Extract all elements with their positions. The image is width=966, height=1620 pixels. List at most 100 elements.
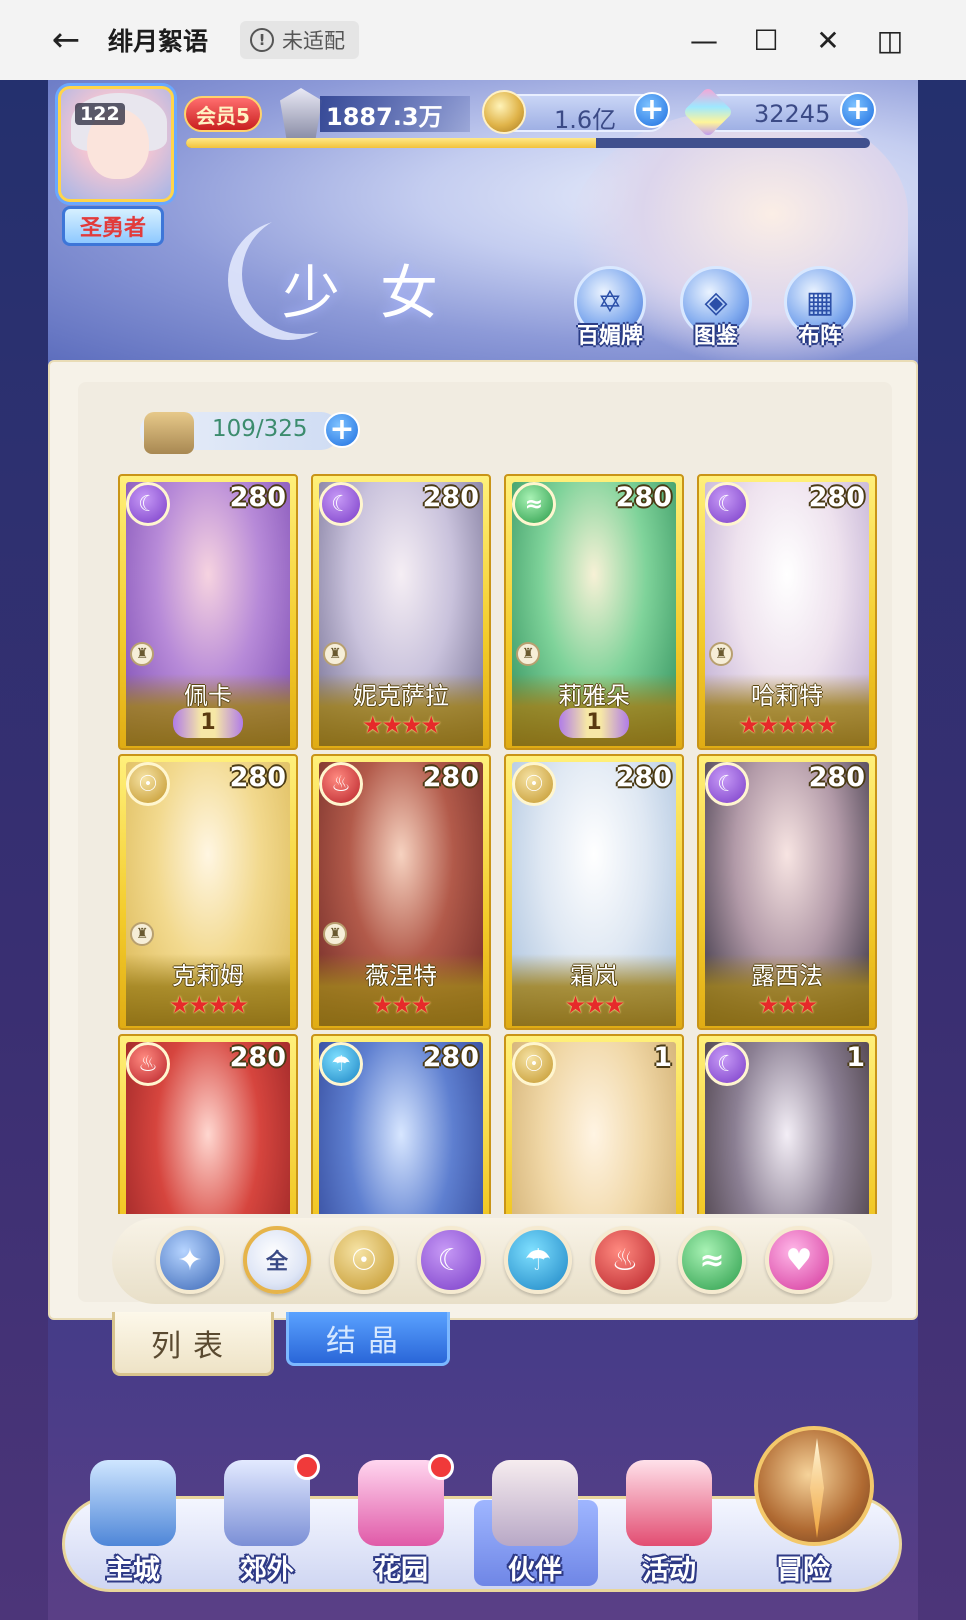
character-name: 克莉姆 xyxy=(172,962,244,990)
app-window: ← 绯月絮语 ! 未适配 — ☐ ✕ ◫ 少女 122 圣勇者 会员5 1887… xyxy=(0,0,966,1620)
compat-badge[interactable]: ! 未适配 xyxy=(240,21,359,59)
power-shield-icon xyxy=(280,88,322,138)
coin-value: 1.6亿 xyxy=(554,106,617,134)
sun-element-icon: ☉ xyxy=(512,762,556,806)
add-coins-button[interactable]: + xyxy=(634,92,670,128)
minimize-icon[interactable]: — xyxy=(684,22,724,58)
adventure-compass-icon[interactable] xyxy=(754,1426,874,1546)
moon-element-icon: ☾ xyxy=(126,482,170,526)
main-city-icon xyxy=(90,1460,176,1546)
fire-element-icon: ♨ xyxy=(126,1042,170,1086)
character-level: 1 xyxy=(846,1042,865,1073)
nav-outskirts[interactable]: 郊外 xyxy=(202,1440,332,1590)
maximize-icon[interactable]: ☐ xyxy=(746,22,786,58)
roster-panel: 109/325 + ☾ 280 ♜ 佩卡 1 ☾ 280 ♜ 妮克萨拉 ★★★★ ≈280 ♜ 莉雅朵 1… xyxy=(48,360,918,1320)
moon-element-icon: ☾ xyxy=(319,482,363,526)
tab-list[interactable]: 列表 xyxy=(112,1312,274,1376)
combat-power: 1887.3万 xyxy=(320,96,470,132)
formation-button[interactable]: ▦ 布阵 xyxy=(780,266,860,350)
compat-badge-label: 未适配 xyxy=(282,29,345,53)
character-name: 哈莉特 xyxy=(751,682,823,710)
nav-events[interactable]: 活动 xyxy=(604,1440,734,1590)
element-filter-bar: ✦ 全 ☉ ☾ ☂ ♨ ≈ ♥ xyxy=(112,1218,872,1304)
nav-label: 主城 xyxy=(106,1555,160,1586)
codex-label: 图鉴 xyxy=(693,324,738,349)
vip-badge[interactable]: 会员5 xyxy=(184,96,262,132)
player-title-badge[interactable]: 圣勇者 xyxy=(62,206,164,246)
tab-crystal[interactable]: 结晶 xyxy=(286,1312,450,1366)
nav-label: 冒险 xyxy=(776,1555,830,1586)
star-rating: ★★★★ xyxy=(168,991,249,1019)
player-avatar[interactable]: 122 xyxy=(58,86,174,202)
character-card[interactable]: ☂ 280 xyxy=(311,1034,491,1214)
sidebar-toggle-icon[interactable]: ◫ xyxy=(870,22,910,58)
awaken-wing-badge: 1 xyxy=(559,708,629,738)
collection-count: 109/325 xyxy=(212,416,308,442)
character-name: 佩卡 xyxy=(184,682,232,710)
nav-label: 花园 xyxy=(374,1555,428,1586)
nav-label: 郊外 xyxy=(240,1555,294,1586)
character-name: 霜岚 xyxy=(570,962,618,990)
codex-button[interactable]: ◈ 图鉴 xyxy=(676,266,756,350)
back-arrow-icon[interactable]: ← xyxy=(48,20,84,60)
compass-needle xyxy=(810,1438,824,1538)
title-bar: ← 绯月絮语 ! 未适配 — ☐ ✕ ◫ xyxy=(0,0,966,80)
roster-panel-inner: 109/325 + ☾ 280 ♜ 佩卡 1 ☾ 280 ♜ 妮克萨拉 ★★★★ ≈280 ♜ 莉雅朵 1… xyxy=(78,382,892,1304)
nav-partners[interactable]: 伙伴 xyxy=(470,1440,600,1590)
water-filter-icon[interactable]: ☂ xyxy=(504,1226,572,1294)
class-rook-icon: ♜ xyxy=(516,642,540,666)
character-card[interactable]: ≈280 ♜ 莉雅朵 1 xyxy=(504,474,684,750)
notification-dot xyxy=(428,1454,454,1480)
wind-element-icon: ≈ xyxy=(512,482,556,526)
character-card[interactable]: ☾ 1 xyxy=(697,1034,877,1214)
exp-progress-bar xyxy=(186,138,870,148)
add-gems-button[interactable]: + xyxy=(840,92,876,128)
character-level: 280 xyxy=(422,762,479,793)
charm-card-button[interactable]: ✡ 百媚牌 xyxy=(570,266,650,350)
fire-element-icon: ♨ xyxy=(319,762,363,806)
header-banner: 少女 122 圣勇者 会员5 1887.3万 1.6亿 + 32245 + ✡ … xyxy=(48,80,918,370)
wind-filter-icon[interactable]: ≈ xyxy=(678,1226,746,1294)
partners-icon xyxy=(492,1460,578,1546)
all-filter-icon[interactable]: 全 xyxy=(243,1226,311,1294)
character-name: 妮克萨拉 xyxy=(353,682,449,710)
class-rook-icon: ♜ xyxy=(709,642,733,666)
character-card[interactable]: ☾ 280 ♜ 佩卡 1 xyxy=(118,474,298,750)
character-card[interactable]: ☾ 280 ♜ 哈莉特 ★★★★★ xyxy=(697,474,877,750)
heart-filter-icon[interactable]: ♥ xyxy=(765,1226,833,1294)
coin-icon xyxy=(482,90,526,134)
character-card[interactable]: ♨ 280 xyxy=(118,1034,298,1214)
character-level: 280 xyxy=(229,1042,286,1073)
sun-element-icon: ☉ xyxy=(512,1042,556,1086)
character-level: 280 xyxy=(229,762,286,793)
character-card[interactable]: ☾ 280 ♜ 妮克萨拉 ★★★★ xyxy=(311,474,491,750)
expand-collection-button[interactable]: + xyxy=(324,412,360,448)
left-margin-decoration xyxy=(0,80,48,1620)
player-level: 122 xyxy=(75,103,125,125)
close-icon[interactable]: ✕ xyxy=(808,22,848,58)
fire-filter-icon[interactable]: ♨ xyxy=(591,1226,659,1294)
character-card[interactable]: ☾ 280 露西法 ★★★ xyxy=(697,754,877,1030)
character-card[interactable]: ♨ 280 ♜ 薇涅特 ★★★ xyxy=(311,754,491,1030)
right-margin-decoration xyxy=(918,80,966,1620)
nav-main-city[interactable]: 主城 xyxy=(68,1440,198,1590)
nav-garden[interactable]: 花园 xyxy=(336,1440,466,1590)
water-element-icon: ☂ xyxy=(319,1042,363,1086)
star-filter-icon[interactable]: ✦ xyxy=(156,1226,224,1294)
character-card[interactable]: ☉ 1 xyxy=(504,1034,684,1214)
character-name: 露西法 xyxy=(751,962,823,990)
character-level: 280 xyxy=(422,482,479,513)
character-card[interactable]: ☉ 280 霜岚 ★★★ xyxy=(504,754,684,1030)
character-level: 280 xyxy=(615,482,672,513)
page-title: 少女 xyxy=(282,259,479,327)
nav-label: 伙伴 xyxy=(508,1555,562,1586)
gem-value: 32245 xyxy=(754,100,831,128)
character-card[interactable]: ☉ 280 ♜ 克莉姆 ★★★★ xyxy=(118,754,298,1030)
moon-filter-icon[interactable]: ☾ xyxy=(417,1226,485,1294)
sun-filter-icon[interactable]: ☉ xyxy=(330,1226,398,1294)
nav-label: 活动 xyxy=(642,1555,696,1586)
character-level: 280 xyxy=(808,482,865,513)
character-level: 280 xyxy=(808,762,865,793)
star-rating: ★★★★★ xyxy=(738,711,838,739)
charm-card-label: 百媚牌 xyxy=(576,324,643,349)
